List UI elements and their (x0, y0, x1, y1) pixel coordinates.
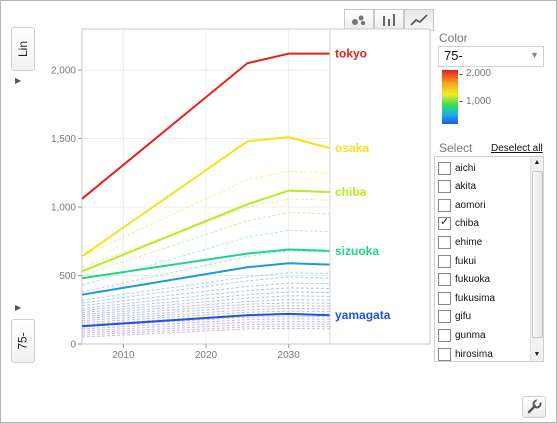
select-item-aichi[interactable]: aichi (438, 159, 476, 177)
select-item-akita[interactable]: akita (438, 178, 476, 196)
select-item-label: fukusima (455, 292, 496, 304)
checkbox[interactable] (438, 254, 451, 268)
series-label-sizuoka: sizuoka (335, 244, 379, 258)
scroll-up-arrow-icon[interactable]: ▲ (531, 157, 543, 169)
checkbox[interactable] (438, 161, 451, 175)
y-tick-label: 500 (59, 271, 76, 282)
y-tick-label: 1,000 (51, 203, 76, 214)
y-tick-label: 1,500 (51, 134, 76, 145)
select-item-label: chiba (455, 218, 479, 230)
checkbox[interactable] (438, 291, 451, 305)
series-label-chiba: chiba (335, 185, 367, 199)
color-select[interactable]: 75- ▼ (438, 46, 544, 67)
checkbox[interactable]: ✓ (438, 216, 451, 231)
select-item-label: hirosima (455, 348, 493, 360)
select-item-fukuoka[interactable]: fukuoka (438, 271, 490, 289)
chevron-down-icon: ▼ (530, 50, 539, 60)
x-tick-label: 2010 (112, 350, 135, 361)
series-label-osaka: osaka (335, 141, 369, 155)
plot-area (81, 28, 431, 345)
select-item-label: aichi (455, 162, 476, 174)
checkbox[interactable] (438, 198, 451, 212)
select-item-label: aomori (455, 199, 486, 211)
color-legend-gradient (442, 70, 458, 124)
select-item-gifu[interactable]: gifu (438, 308, 471, 326)
checkmark-icon: ✓ (440, 216, 450, 229)
y-tick-label: 0 (70, 340, 76, 351)
line-chart: 2010 2020 2030 0 500 1,000 1,500 2,000 tokyo osa… (51, 28, 431, 361)
select-item-gunma[interactable]: gunma (438, 326, 486, 344)
x-tick-label: 2030 (278, 350, 301, 361)
color-panel-title: Color (439, 31, 468, 45)
x-tick-label: 2020 (195, 350, 218, 361)
checkbox[interactable] (438, 347, 451, 361)
select-item-label: fukuoka (455, 274, 491, 286)
checkbox[interactable] (438, 180, 451, 194)
legend-tick (459, 101, 463, 102)
settings-button[interactable] (522, 396, 546, 418)
legend-label-1000: 1,000 (466, 96, 492, 107)
series-label-tokyo: tokyo (335, 47, 367, 61)
list-scrollbar[interactable]: ▲ ▼ (530, 157, 543, 361)
legend-tick (459, 74, 463, 75)
select-item-label: gifu (455, 311, 472, 323)
select-item-label: akita (455, 181, 477, 193)
color-select-value: 75- (444, 48, 463, 63)
select-item-hirosima[interactable]: hirosima (438, 345, 493, 361)
checkbox[interactable] (438, 328, 451, 342)
select-item-label: fukui (455, 255, 477, 267)
deselect-all-link[interactable]: Deselect all (491, 143, 543, 154)
scroll-down-arrow-icon[interactable]: ▼ (531, 349, 543, 361)
select-item-fukusima[interactable]: fukusima (438, 289, 495, 307)
checkbox[interactable] (438, 310, 451, 324)
checkbox[interactable] (438, 235, 451, 249)
select-panel-title: Select (439, 141, 473, 155)
select-item-label: ehime (455, 236, 483, 248)
series-label-yamagata: yamagata (335, 308, 391, 322)
checkbox[interactable] (438, 273, 451, 287)
select-item-fukui[interactable]: fukui (438, 252, 476, 270)
motion-chart-frame: Lin ▶ ▶ 75- 2010 2020 2030 0 500 1,000 1,500 2,… (0, 0, 557, 423)
y-tick-label: 2,000 (51, 66, 76, 77)
select-item-label: gunma (455, 329, 486, 341)
series-select-list[interactable]: aichi akita aomori ✓ chiba ehime fukui fukuoka f… (434, 156, 544, 362)
select-item-ehime[interactable]: ehime (438, 233, 482, 251)
select-item-aomori[interactable]: aomori (438, 196, 486, 214)
legend-label-2000: 2,000 (466, 68, 492, 79)
wrench-icon (527, 398, 542, 414)
scrollbar-thumb[interactable] (532, 171, 543, 338)
select-item-chiba[interactable]: ✓ chiba (438, 215, 479, 233)
